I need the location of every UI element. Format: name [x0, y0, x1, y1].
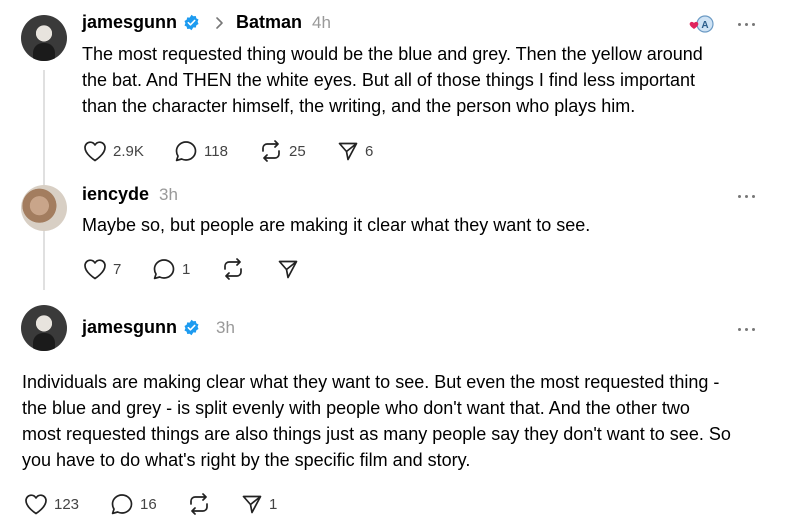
share-button[interactable]: [277, 258, 299, 280]
post-time: 3h: [216, 317, 235, 337]
post-body: Maybe so, but people are making it clear…: [82, 212, 772, 238]
reply-button[interactable]: 1: [152, 258, 190, 280]
avatar-iencyde[interactable]: [21, 185, 67, 231]
heart-icon: [25, 494, 47, 515]
reply-count: 118: [204, 142, 228, 160]
more-options-icon[interactable]: [738, 21, 758, 27]
post-text-line: the bat. And THEN the white eyes. But al…: [82, 70, 696, 90]
repost-button[interactable]: [221, 258, 245, 280]
post-text-line: you have to do what's right by the speci…: [22, 450, 471, 470]
send-icon: [242, 495, 262, 514]
reaction-badge-icon: A: [688, 14, 716, 36]
like-button[interactable]: 123: [24, 493, 79, 515]
repost-icon: [224, 258, 242, 280]
avatar-jamesgunn[interactable]: [21, 15, 67, 61]
post-body: The most requested thing would be the bl…: [82, 41, 772, 119]
repost-count: 25: [289, 142, 306, 160]
share-button[interactable]: 6: [337, 140, 373, 162]
verified-badge-icon: [184, 319, 199, 336]
post-time: 4h: [312, 12, 331, 32]
send-icon: [278, 260, 298, 279]
avatar-jamesgunn[interactable]: [21, 305, 67, 351]
more-options-icon[interactable]: [738, 193, 758, 199]
post-text-line: most requested things are also things ju…: [22, 424, 731, 444]
post-text-line: than the character himself, the writing,…: [82, 96, 636, 116]
share-count: 1: [269, 495, 278, 513]
like-count: 7: [113, 260, 122, 278]
comment-icon: [175, 141, 197, 162]
repost-button[interactable]: 25: [259, 140, 306, 162]
heart-icon: [84, 141, 106, 162]
svg-text:A: A: [701, 20, 708, 31]
like-count: 123: [54, 495, 80, 513]
thread-line: [43, 238, 45, 288]
post-text-line: the blue and grey - is split evenly with…: [22, 398, 690, 418]
like-count: 2.9K: [113, 142, 144, 160]
post-text-line: The most requested thing would be the bl…: [82, 44, 703, 64]
share-button[interactable]: 1: [241, 493, 277, 515]
repost-icon: [190, 493, 208, 515]
reply-count: 16: [140, 495, 157, 513]
username[interactable]: iencyde: [82, 184, 149, 205]
reply-button[interactable]: 16: [110, 493, 157, 515]
send-icon: [338, 142, 358, 161]
reply-button[interactable]: 118: [174, 140, 228, 162]
share-count: 6: [365, 142, 374, 160]
username[interactable]: jamesgunn: [82, 12, 177, 33]
username[interactable]: jamesgunn: [82, 317, 177, 338]
reply-count: 1: [182, 260, 191, 278]
repost-button[interactable]: [187, 493, 211, 515]
chevron-right-icon: [216, 16, 223, 29]
post-text-line: Maybe so, but people are making it clear…: [82, 215, 591, 235]
post-header: jamesgunn 3h: [82, 317, 235, 338]
like-button[interactable]: 2.9K: [83, 140, 144, 162]
post-body: Individuals are making clear what they w…: [22, 369, 782, 473]
repost-icon: [262, 140, 280, 162]
post-time: 3h: [159, 184, 178, 204]
more-options-icon[interactable]: [738, 326, 758, 332]
comment-icon: [111, 494, 133, 515]
post-text-line: Individuals are making clear what they w…: [22, 372, 720, 392]
post-header: jamesgunn Batman 4h: [82, 12, 331, 33]
comment-icon: [153, 259, 175, 280]
post-header: iencyde 3h: [82, 184, 178, 205]
verified-badge-icon: [184, 14, 199, 31]
heart-icon: [84, 259, 106, 280]
like-button[interactable]: 7: [83, 258, 121, 280]
topic-tag[interactable]: Batman: [236, 12, 302, 33]
